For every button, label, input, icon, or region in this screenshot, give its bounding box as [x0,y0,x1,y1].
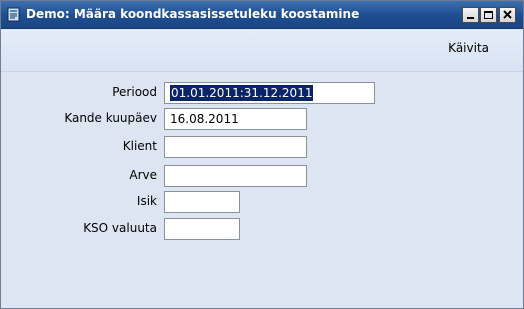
close-button[interactable] [499,7,516,23]
currency-label: KSO valuuta [83,221,157,235]
period-label: Periood [112,85,157,99]
period-value: 01.01.2011:31.12.2011 [170,85,314,101]
form-area: Periood 01.01.2011:31.12.2011 Kande kuup… [1,73,523,308]
close-icon [503,10,512,19]
date-label: Kande kuupäev [64,111,157,125]
window-title: Demo: Määra koondkassasissetuleku koosta… [26,7,360,21]
client-field[interactable] [164,136,307,158]
date-value: 16.08.2011 [170,112,239,126]
invoice-field[interactable] [164,165,307,187]
client-label: Klient [122,139,157,153]
maximize-icon [484,11,493,19]
currency-field[interactable] [164,218,240,240]
maximize-button[interactable] [480,7,497,23]
title-bar[interactable]: Demo: Määra koondkassasissetuleku koosta… [1,1,523,29]
invoice-label: Arve [129,168,157,182]
person-label: Isik [136,194,157,208]
document-app-icon [7,7,21,22]
period-field[interactable]: 01.01.2011:31.12.2011 [164,82,375,104]
date-field[interactable]: 16.08.2011 [164,108,307,130]
minimize-icon [467,17,474,19]
minimize-button[interactable] [462,7,479,23]
toolbar: Käivita [1,30,523,72]
person-field[interactable] [164,191,240,213]
run-button[interactable]: Käivita [448,41,489,55]
app-window: Demo: Määra koondkassasissetuleku koosta… [0,0,524,309]
